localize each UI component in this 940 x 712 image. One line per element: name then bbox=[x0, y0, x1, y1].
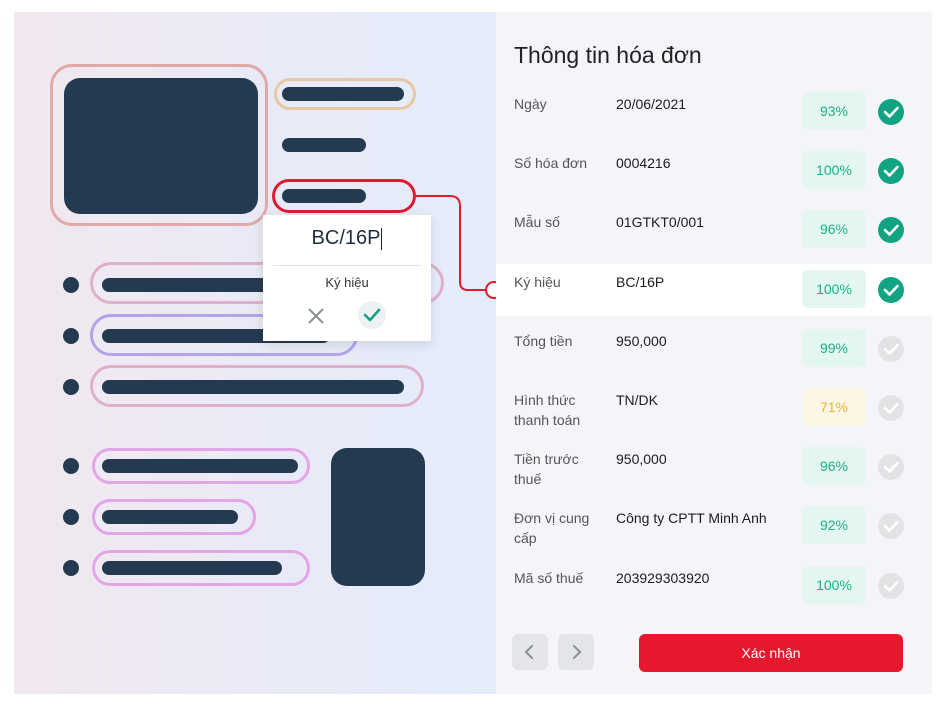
field-value[interactable]: 0004216 bbox=[616, 153, 671, 173]
field-row-total[interactable]: Tổng tiền 950,000 99% bbox=[496, 323, 932, 375]
bullet bbox=[63, 560, 79, 576]
unverified-check-icon[interactable] bbox=[878, 573, 904, 599]
chevron-right-icon bbox=[573, 645, 582, 659]
field-value[interactable]: Công ty CPTT Minh Anh bbox=[616, 508, 767, 528]
text-line bbox=[102, 459, 298, 473]
field-label: Hình thức thanh toán bbox=[514, 392, 581, 428]
text-cursor bbox=[381, 227, 383, 250]
bullet bbox=[63, 509, 79, 525]
edit-popup: BC/16P Ký hiệu bbox=[263, 215, 431, 341]
field-value[interactable]: 20/06/2021 bbox=[616, 94, 686, 114]
field-value[interactable]: 01GTKT0/001 bbox=[616, 212, 704, 232]
field-label: Số hóa đơn bbox=[514, 155, 588, 171]
confidence-badge: 93% bbox=[802, 92, 866, 130]
field-row-tax-code[interactable]: Mã số thuế 203929303920 100% bbox=[496, 560, 932, 612]
invoice-info-panel: Thông tin hóa đơn Ngày 20/06/2021 93% Số… bbox=[496, 12, 932, 694]
bullet bbox=[63, 277, 79, 293]
popup-value-input[interactable]: BC/16P bbox=[263, 227, 431, 250]
field-label: Ngày bbox=[514, 96, 547, 112]
field-value[interactable]: 203929303920 bbox=[616, 568, 709, 588]
field-label: Đơn vị cung cấp bbox=[514, 510, 590, 546]
text-line bbox=[102, 510, 238, 524]
confidence-badge: 92% bbox=[802, 506, 866, 544]
image-block bbox=[331, 448, 425, 586]
confidence-badge: 96% bbox=[802, 210, 866, 248]
unverified-check-icon[interactable] bbox=[878, 513, 904, 539]
confidence-badge: 99% bbox=[802, 329, 866, 367]
next-button[interactable] bbox=[558, 634, 594, 670]
field-row-symbol[interactable]: Ký hiệu BC/16P 100% bbox=[496, 264, 932, 316]
popup-label: Ký hiệu bbox=[325, 275, 369, 290]
field-label: Mã số thuế bbox=[514, 570, 584, 586]
confidence-badge: 71% bbox=[802, 388, 866, 426]
unverified-check-icon[interactable] bbox=[878, 395, 904, 421]
field-label: Tiền trước thuế bbox=[514, 451, 579, 487]
close-icon[interactable] bbox=[303, 303, 329, 329]
field-value[interactable]: BC/16P bbox=[616, 272, 664, 292]
bullet bbox=[63, 328, 79, 344]
previous-button[interactable] bbox=[512, 634, 548, 670]
bullet bbox=[63, 458, 79, 474]
bullet bbox=[63, 379, 79, 395]
chevron-left-icon bbox=[524, 645, 533, 659]
text-line bbox=[102, 561, 282, 575]
popup-value: BC/16P bbox=[311, 227, 381, 249]
field-label: Tổng tiền bbox=[514, 333, 573, 349]
confirm-button[interactable]: Xác nhận bbox=[639, 634, 903, 672]
verified-check-icon[interactable] bbox=[878, 158, 904, 184]
field-row-pre-tax[interactable]: Tiền trước thuế 950,000 96% bbox=[496, 441, 932, 493]
field-row-supplier[interactable]: Đơn vị cung cấp Công ty CPTT Minh Anh 92… bbox=[496, 500, 932, 552]
field-value[interactable]: TN/DK bbox=[616, 390, 658, 410]
text-line bbox=[102, 380, 404, 394]
confidence-badge: 100% bbox=[802, 151, 866, 189]
check-icon[interactable] bbox=[358, 301, 386, 329]
field-row-form-number[interactable]: Mẫu số 01GTKT0/001 96% bbox=[496, 204, 932, 256]
field-value[interactable]: 950,000 bbox=[616, 331, 667, 351]
panel-title: Thông tin hóa đơn bbox=[514, 42, 702, 68]
field-label: Mẫu số bbox=[514, 214, 560, 230]
field-row-payment-method[interactable]: Hình thức thanh toán TN/DK 71% bbox=[496, 382, 932, 434]
verified-check-icon[interactable] bbox=[878, 277, 904, 303]
verified-check-icon[interactable] bbox=[878, 217, 904, 243]
unverified-check-icon[interactable] bbox=[878, 336, 904, 362]
field-value[interactable]: 950,000 bbox=[616, 449, 667, 469]
field-row-date[interactable]: Ngày 20/06/2021 93% bbox=[496, 86, 932, 138]
document-preview: BC/16P Ký hiệu bbox=[14, 12, 503, 694]
divider bbox=[273, 265, 421, 266]
invoice-review-screen: BC/16P Ký hiệu Thông tin hóa đơn Ngày 20… bbox=[0, 0, 940, 712]
confidence-badge: 96% bbox=[802, 447, 866, 485]
confidence-badge: 100% bbox=[802, 566, 866, 604]
confidence-badge: 100% bbox=[802, 270, 866, 308]
verified-check-icon[interactable] bbox=[878, 99, 904, 125]
field-row-invoice-number[interactable]: Số hóa đơn 0004216 100% bbox=[496, 145, 932, 197]
field-label: Ký hiệu bbox=[514, 274, 561, 290]
unverified-check-icon[interactable] bbox=[878, 454, 904, 480]
